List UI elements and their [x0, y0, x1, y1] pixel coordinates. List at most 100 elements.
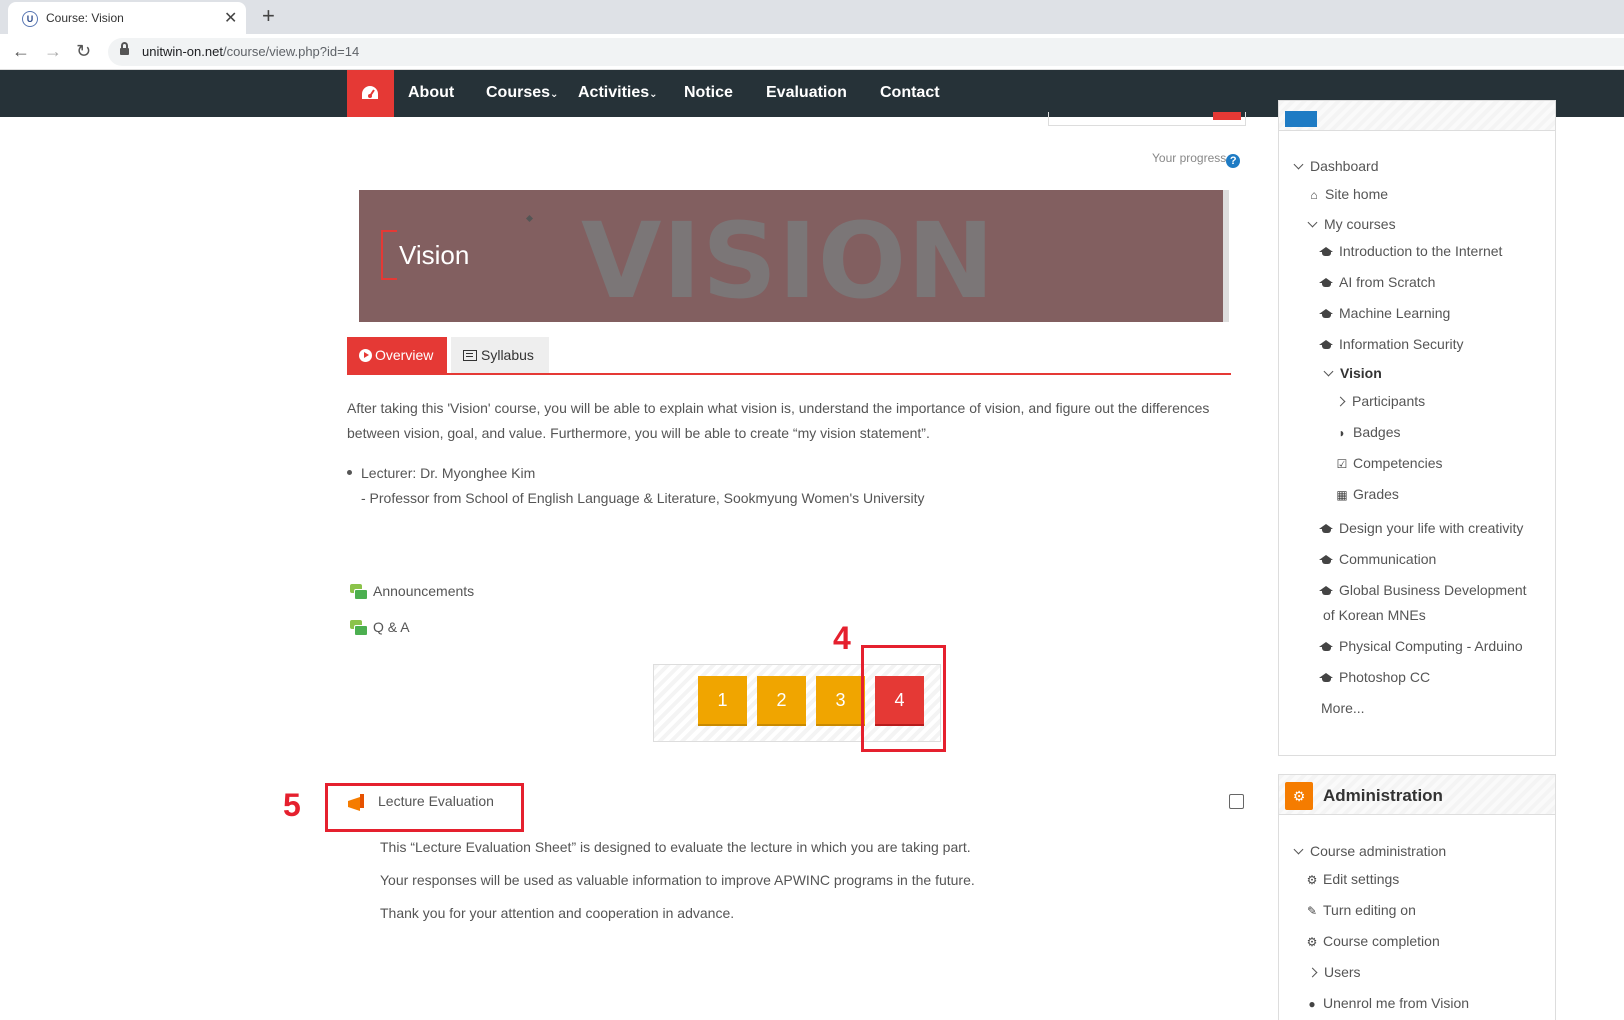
list-alt-icon	[463, 350, 477, 361]
graduation-cap-icon	[1319, 524, 1334, 533]
completion-checkbox[interactable]	[1229, 794, 1244, 809]
dashboard-button[interactable]	[347, 70, 394, 117]
search-box[interactable]	[1048, 112, 1246, 126]
graduation-cap-icon	[1319, 673, 1334, 682]
dashboard-gauge-icon	[362, 86, 378, 99]
page-button-1[interactable]: 1	[698, 676, 747, 724]
nav-badges[interactable]: ◗ Badges	[1335, 424, 1400, 440]
forum-icon	[350, 584, 368, 600]
nav-course-vision[interactable]: Vision	[1323, 365, 1382, 381]
graduation-cap-icon	[1319, 278, 1334, 287]
nav-participants[interactable]: Participants	[1335, 393, 1425, 409]
browser-toolbar: ← → ↻ unitwin-on.net/course/view.php?id=…	[0, 34, 1624, 70]
eval-text-line-2: Your responses will be used as valuable …	[380, 872, 975, 888]
admin-course-administration[interactable]: Course administration	[1293, 843, 1446, 859]
graduation-cap-icon	[1319, 340, 1334, 349]
forum-icon	[350, 620, 368, 636]
administration-block-header: ⚙ Administration	[1279, 775, 1555, 815]
home-icon: ⌂	[1310, 188, 1318, 202]
banner-bracket	[381, 230, 397, 280]
site-favicon-icon: U	[22, 11, 38, 27]
nav-course-arduino[interactable]: Physical Computing - Arduino	[1319, 638, 1523, 654]
cogs-icon: ⚙	[1285, 782, 1313, 810]
nav-notice[interactable]: Notice	[684, 84, 733, 102]
course-tabs: Overview Syllabus	[347, 337, 1231, 375]
page-button-2[interactable]: 2	[757, 676, 806, 724]
help-icon[interactable]: ?	[1226, 154, 1241, 168]
banner-word: VISION	[581, 200, 996, 322]
gear-icon: ⚙	[1306, 935, 1318, 949]
admin-unenrol[interactable]: ● Unenrol me from Vision	[1305, 995, 1469, 1011]
nav-more-link[interactable]: More...	[1321, 700, 1365, 716]
nav-course-ai[interactable]: AI from Scratch	[1319, 274, 1435, 290]
navigation-block-header	[1279, 101, 1555, 131]
nav-grades[interactable]: ▦ Grades	[1335, 486, 1399, 502]
close-tab-icon[interactable]: ✕	[224, 8, 237, 28]
play-circle-icon	[359, 349, 372, 362]
forward-arrow-icon[interactable]: →	[44, 41, 62, 62]
nav-evaluation[interactable]: Evaluation	[766, 84, 847, 102]
back-arrow-icon[interactable]: ←	[12, 41, 30, 62]
nav-course-ml[interactable]: Machine Learning	[1319, 305, 1450, 321]
course-description: After taking this 'Vision' course, you w…	[347, 400, 1210, 441]
nav-course-global-business-line2[interactable]: of Korean MNEs	[1323, 607, 1426, 623]
forum-qa[interactable]: Q & A	[350, 619, 410, 636]
administration-block: ⚙ Administration Course administration ⚙…	[1278, 774, 1556, 1020]
nav-about[interactable]: About	[408, 84, 454, 102]
nav-competencies[interactable]: ☑ Competencies	[1335, 455, 1443, 471]
admin-edit-settings[interactable]: ⚙ Edit settings	[1305, 871, 1400, 887]
lecturer-info: Lecturer: Dr. Myonghee Kim - Professor f…	[347, 461, 924, 511]
forum-announcements[interactable]: Announcements	[350, 583, 474, 600]
navigation-block-icon	[1285, 111, 1317, 127]
callout-number-4: 4	[833, 620, 851, 656]
nav-dashboard[interactable]: Dashboard	[1293, 158, 1379, 174]
graduation-cap-icon	[1319, 642, 1334, 651]
banner-title: Vision	[399, 240, 470, 270]
graduation-cap-icon	[1319, 247, 1334, 256]
graduation-cap-icon	[1319, 555, 1334, 564]
nav-course-photoshop[interactable]: Photoshop CC	[1319, 669, 1430, 685]
banner-decoration	[525, 214, 534, 223]
nav-course-security[interactable]: Information Security	[1319, 336, 1464, 352]
nav-course-communication[interactable]: Communication	[1319, 551, 1436, 567]
search-button[interactable]	[1213, 112, 1241, 120]
browser-tab[interactable]: U Course: Vision ✕	[8, 2, 246, 34]
nav-courses[interactable]: Courses⌄	[486, 84, 558, 102]
page-button-3[interactable]: 3	[816, 676, 865, 724]
user-icon: ●	[1308, 997, 1316, 1011]
lock-icon	[120, 42, 129, 56]
nav-course-global-business[interactable]: Global Business Development	[1319, 582, 1527, 598]
reload-icon[interactable]: ↻	[76, 41, 91, 62]
tab-overview[interactable]: Overview	[347, 337, 447, 373]
nav-site-home[interactable]: ⌂ Site home	[1307, 186, 1388, 202]
graduation-cap-icon	[1319, 309, 1334, 318]
lecture-evaluation-link[interactable]: Lecture Evaluation	[348, 793, 494, 811]
administration-title: Administration	[1323, 786, 1443, 805]
table-icon: ▦	[1336, 488, 1348, 502]
nav-contact[interactable]: Contact	[880, 84, 940, 102]
admin-course-completion[interactable]: ⚙ Course completion	[1305, 933, 1440, 949]
graduation-cap-icon	[1319, 586, 1334, 595]
progress-label: Your progress?	[1152, 151, 1241, 168]
nav-my-courses[interactable]: My courses	[1307, 216, 1396, 232]
new-tab-icon[interactable]: +	[262, 3, 275, 29]
check-square-icon: ☑	[1336, 457, 1348, 471]
nav-course-internet[interactable]: Introduction to the Internet	[1319, 243, 1502, 259]
url-text: unitwin-on.net/course/view.php?id=14	[142, 44, 360, 59]
browser-tabbar: U Course: Vision ✕ +	[0, 0, 1624, 34]
admin-turn-editing-on[interactable]: ✎ Turn editing on	[1305, 902, 1416, 918]
nav-course-design[interactable]: Design your life with creativity	[1319, 520, 1523, 536]
gear-icon: ⚙	[1306, 873, 1318, 887]
nav-activities[interactable]: Activities⌄	[578, 84, 658, 102]
navigation-block: Dashboard ⌂ Site home My courses Introduc…	[1278, 100, 1556, 756]
megaphone-icon	[348, 793, 366, 811]
callout-number-5: 5	[283, 787, 301, 823]
course-banner: VISION Vision	[359, 190, 1229, 322]
admin-users[interactable]: Users	[1307, 964, 1361, 980]
url-bar[interactable]: unitwin-on.net/course/view.php?id=14	[108, 38, 1624, 66]
tab-syllabus[interactable]: Syllabus	[451, 337, 549, 373]
callout-box-pager	[861, 645, 946, 752]
eval-text-line-1: This “Lecture Evaluation Sheet” is desig…	[380, 839, 971, 855]
shield-icon: ◗	[1338, 426, 1346, 440]
bullet-icon	[347, 470, 352, 475]
